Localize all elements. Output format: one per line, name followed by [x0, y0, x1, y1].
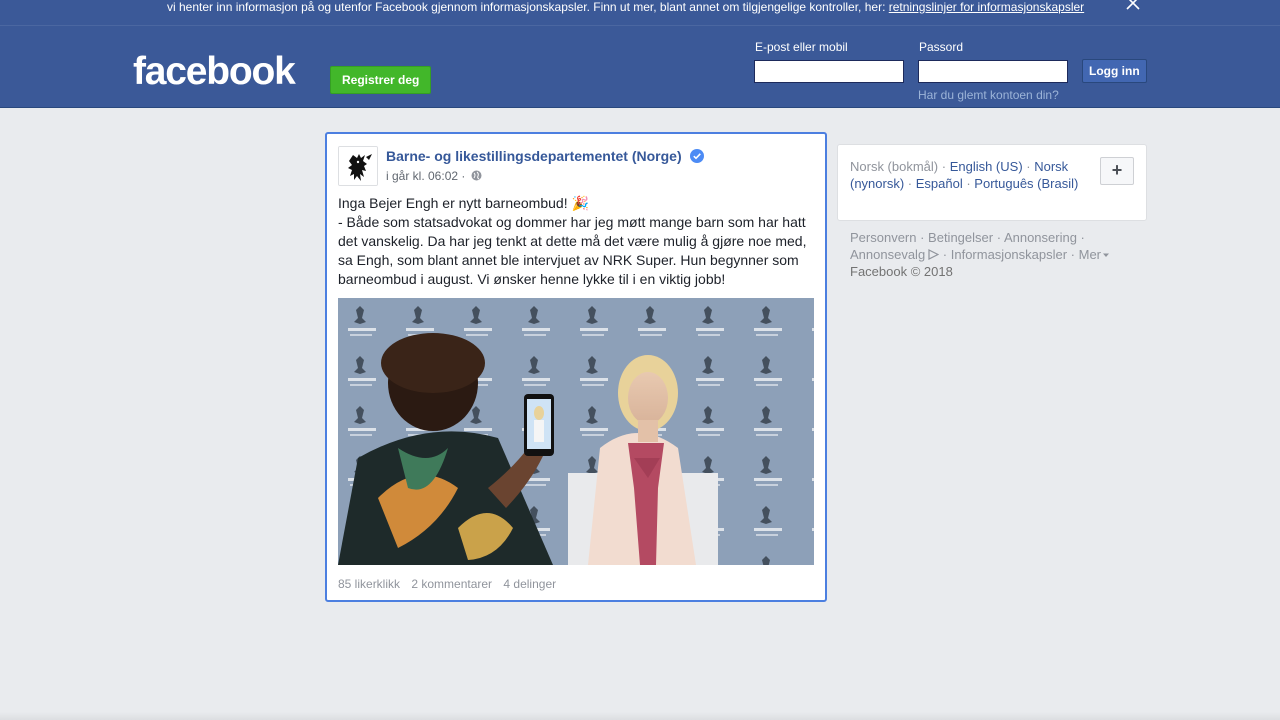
chevron-down-icon — [1101, 247, 1110, 262]
email-field[interactable] — [754, 60, 904, 83]
cookie-banner-text: vi henter inn informasjon på og utenfor … — [167, 0, 1084, 14]
language-espanol[interactable]: Español — [916, 176, 963, 191]
footer-cookies[interactable]: Informasjonskapsler — [951, 247, 1067, 262]
post-timestamp[interactable]: i går kl. 06:02 · — [386, 169, 465, 183]
bottom-shade — [0, 712, 1280, 720]
cookie-policy-link[interactable]: retningslinjer for informasjonskapsler — [889, 0, 1084, 14]
cookie-text: vi henter inn informasjon på og utenfor … — [167, 0, 889, 14]
post-body: - Både som statsadvokat og dommer har je… — [338, 214, 807, 287]
language-english-us[interactable]: English (US) — [950, 159, 1023, 174]
shares-count[interactable]: 4 delinger — [503, 577, 556, 591]
photo-illustration — [338, 298, 814, 565]
globe-icon — [471, 170, 482, 181]
footer-ad-choices[interactable]: Annonsevalg — [850, 247, 925, 262]
login-button[interactable]: Logg inn — [1082, 59, 1147, 83]
footer-more[interactable]: Mer — [1079, 247, 1101, 262]
footer-advertising[interactable]: Annonsering — [1004, 230, 1077, 245]
post-meta: i går kl. 06:02 · — [386, 169, 482, 183]
ad-choices-icon — [925, 247, 940, 262]
footer-privacy[interactable]: Personvern — [850, 230, 916, 245]
footer-copyright: Facebook © 2018 — [850, 264, 953, 279]
page-name-text: Barne- og likestillingsdepartementet (No… — [386, 148, 682, 164]
post-card: Barne- og likestillingsdepartementet (No… — [325, 132, 827, 602]
close-icon[interactable] — [1124, 0, 1142, 12]
post-stats: 85 likerklikk 2 kommentarer 4 delinger — [338, 577, 564, 591]
register-button[interactable]: Registrer deg — [330, 66, 432, 94]
more-languages-button[interactable]: + — [1100, 157, 1134, 185]
top-header: facebook Registrer deg E-post eller mobi… — [0, 25, 1280, 108]
forgot-account-link[interactable]: Har du glemt kontoen din? — [918, 88, 1059, 102]
page-name-link[interactable]: Barne- og likestillingsdepartementet (No… — [386, 148, 704, 164]
verified-badge-icon — [689, 149, 704, 163]
password-field[interactable] — [918, 60, 1068, 83]
page-avatar[interactable] — [338, 146, 378, 186]
post-photo[interactable] — [338, 298, 814, 565]
language-portugues[interactable]: Português (Brasil) — [974, 176, 1078, 191]
comments-count[interactable]: 2 kommentarer — [411, 577, 492, 591]
post-headline: Inga Bejer Engh er nytt barneombud! 🎉 — [338, 195, 589, 211]
footer-terms[interactable]: Betingelser — [928, 230, 993, 245]
language-list: Norsk (bokmål) · English (US) · Norsk (n… — [850, 159, 1079, 191]
footer-links: Personvern · Betingelser · Annonsering ·… — [850, 229, 1130, 280]
current-language: Norsk (bokmål) — [850, 159, 939, 174]
facebook-logo[interactable]: facebook — [133, 52, 296, 92]
email-label: E-post eller mobil — [755, 40, 848, 54]
likes-count[interactable]: 85 likerklikk — [338, 577, 400, 591]
lion-crest-icon — [339, 147, 377, 185]
language-selector: Norsk (bokmål) · English (US) · Norsk (n… — [837, 144, 1147, 221]
post-text: Inga Bejer Engh er nytt barneombud! 🎉 - … — [338, 194, 818, 289]
cookie-banner: vi henter inn informasjon på og utenfor … — [0, 0, 1280, 25]
password-label: Passord — [919, 40, 964, 54]
